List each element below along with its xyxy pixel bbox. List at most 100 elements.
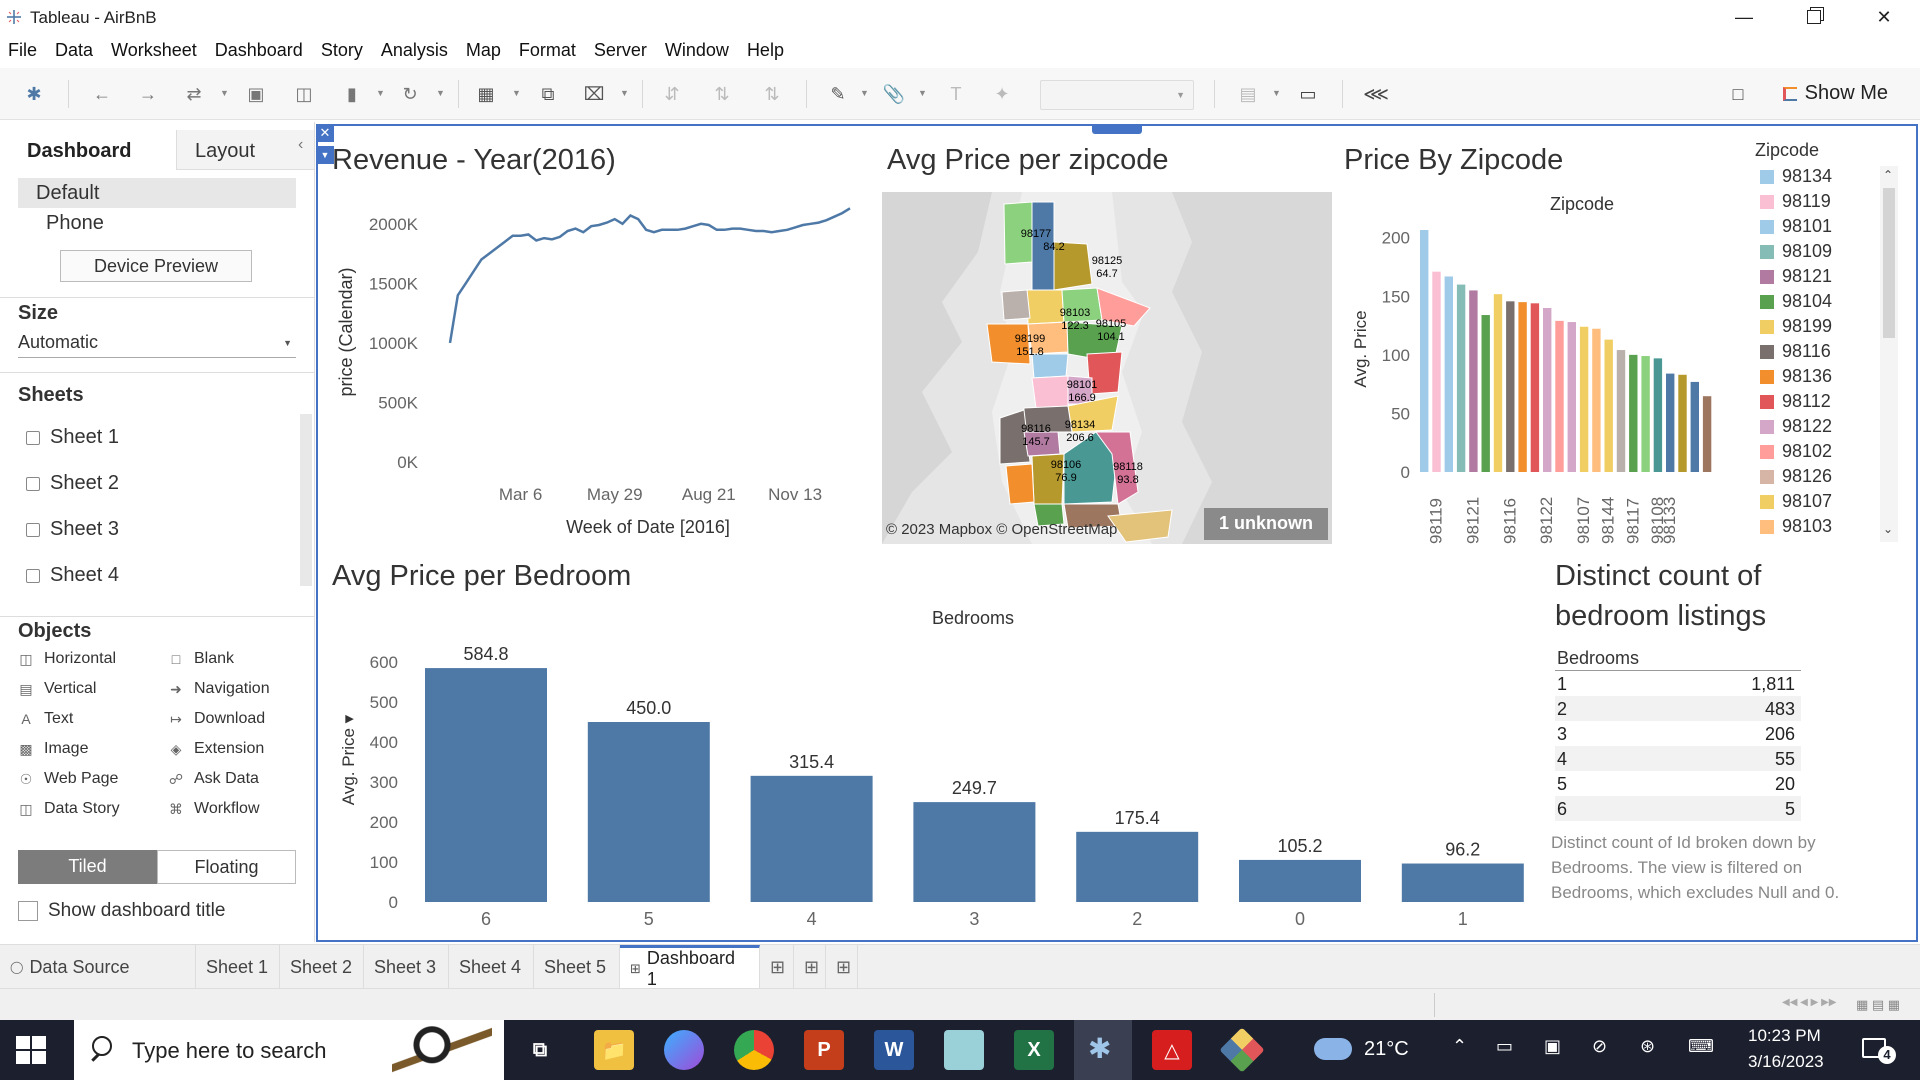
tab-sheet-1[interactable]: Sheet 1 <box>196 945 280 989</box>
sheet-item-4[interactable]: Sheet 4 <box>26 564 119 587</box>
new-data-source-icon[interactable]: ◫ <box>292 82 316 106</box>
object-horizontal[interactable]: ◫ Horizontal <box>18 650 116 668</box>
chevron-down-icon[interactable]: ▼ <box>436 88 445 98</box>
sheets-scrollbar[interactable] <box>300 414 312 586</box>
object-workflow[interactable]: ⌘ Workflow <box>168 800 260 818</box>
menu-worksheet[interactable]: Worksheet <box>102 36 206 64</box>
tab-sheet-4[interactable]: Sheet 4 <box>449 945 534 989</box>
clock-date[interactable]: 3/16/2023 <box>1748 1052 1824 1072</box>
duplicate-icon[interactable]: ⧉ <box>536 82 560 106</box>
pin-icon[interactable]: ✦ <box>990 82 1014 106</box>
new-story-tab[interactable]: ⊞ <box>826 945 858 989</box>
chevron-down-icon[interactable]: ▼ <box>512 88 521 98</box>
table-row[interactable]: 1 1,811 <box>1555 671 1801 696</box>
sort-ascending-icon[interactable]: ⇅ <box>710 82 734 106</box>
replay-icon[interactable]: ⇄ <box>182 82 206 106</box>
menu-map[interactable]: Map <box>457 36 510 64</box>
object-download[interactable]: ↦ Download <box>168 710 265 728</box>
restore-button[interactable] <box>1784 0 1844 34</box>
zipcode-bar-chart[interactable]: 0 50 100 150 200 Avg. Price 98119 98121 98116 981… <box>1344 214 1754 550</box>
legend-item[interactable]: 98104 <box>1760 291 1832 312</box>
legend-item[interactable]: 98116 <box>1760 341 1831 362</box>
menu-format[interactable]: Format <box>510 36 585 64</box>
sort-descending-icon[interactable]: ⇅ <box>760 82 784 106</box>
taskbar-search[interactable]: Type here to search <box>74 1020 504 1080</box>
unknown-indicator[interactable]: 1 unknown <box>1204 508 1328 540</box>
refresh-icon[interactable]: ↻ <box>398 82 422 106</box>
table-row[interactable]: 5 20 <box>1555 771 1801 796</box>
legend-item[interactable]: 98112 <box>1760 391 1831 412</box>
redo-icon[interactable]: → <box>136 82 160 106</box>
device-icon[interactable]: ▣ <box>1544 1036 1561 1057</box>
grid-view-icon[interactable]: ▦ ▤ ▦ <box>1856 997 1900 1013</box>
copilot-icon[interactable] <box>664 1030 704 1070</box>
object-image[interactable]: ▩ Image <box>18 740 88 758</box>
close-button[interactable]: ✕ <box>1854 0 1914 34</box>
show-me-button[interactable]: Show Me <box>1782 82 1888 105</box>
menu-file[interactable]: File <box>0 36 46 64</box>
collapse-pane-icon[interactable]: ‹ <box>298 136 303 154</box>
menu-window[interactable]: Window <box>656 36 738 64</box>
zipcode-map[interactable]: 98177 84.2 98125 64.7 98103 122.3 98105 … <box>882 192 1332 544</box>
device-phone[interactable]: Phone <box>46 212 104 235</box>
chevron-up-icon[interactable]: ⌃ <box>1452 1036 1467 1057</box>
scroll-thumb[interactable] <box>1883 188 1895 338</box>
acrobat-icon[interactable]: △ <box>1152 1030 1192 1070</box>
tab-layout[interactable]: Layout <box>176 130 314 170</box>
fit-select[interactable]: ▼ <box>1040 80 1194 110</box>
new-dashboard-tab[interactable]: ⊞ <box>794 945 826 989</box>
object-text[interactable]: A Text <box>18 710 73 728</box>
clear-sheet-icon[interactable]: ⌧ <box>582 82 606 106</box>
legend-scrollbar[interactable]: ⌃ ⌄ <box>1880 166 1898 542</box>
tab-sheet-5[interactable]: Sheet 5 <box>534 945 620 989</box>
table-row[interactable]: 65 <box>1555 796 1801 821</box>
task-view-icon[interactable]: ⧉ <box>520 1030 560 1070</box>
object-navigation[interactable]: ➜ Navigation <box>168 680 269 698</box>
nav-first-icon[interactable]: ◀◀ ◀ ▶ ▶▶ <box>1782 997 1836 1008</box>
menu-analysis[interactable]: Analysis <box>372 36 457 64</box>
sheet-item-1[interactable]: Sheet 1 <box>26 426 119 449</box>
show-title-checkbox[interactable]: Show dashboard title <box>18 900 225 922</box>
legend-item[interactable]: 98121 <box>1760 266 1832 287</box>
file-explorer-icon[interactable]: 📁 <box>594 1030 634 1070</box>
menu-dashboard[interactable]: Dashboard <box>206 36 312 64</box>
legend-item[interactable]: 98122 <box>1760 416 1832 437</box>
table-row[interactable]: 3 206 <box>1555 721 1801 746</box>
tableau-home-icon[interactable]: ✱ <box>22 82 46 106</box>
bedroom-bar-chart[interactable]: 0100200300400500600Avg. Price ▾584.86450… <box>330 630 1530 940</box>
clock-time[interactable]: 10:23 PM <box>1748 1026 1821 1046</box>
battery-icon[interactable]: ▭ <box>1496 1036 1513 1057</box>
swap-icon[interactable]: ⇵ <box>660 82 684 106</box>
menu-help[interactable]: Help <box>738 36 793 64</box>
sheet-item-3[interactable]: Sheet 3 <box>26 518 119 541</box>
weather-temperature[interactable]: 21°C <box>1364 1038 1409 1061</box>
chevron-down-icon[interactable]: ▼ <box>376 88 385 98</box>
menu-server[interactable]: Server <box>585 36 656 64</box>
highlight-icon[interactable]: ✎ <box>826 82 850 106</box>
scroll-down-icon[interactable]: ⌄ <box>1883 522 1893 536</box>
object-vertical[interactable]: ▤ Vertical <box>18 680 96 698</box>
chevron-down-icon[interactable]: ▼ <box>1272 88 1281 98</box>
minimize-button[interactable]: — <box>1714 0 1774 34</box>
app-icon[interactable] <box>1219 1027 1265 1073</box>
labels-icon[interactable]: T <box>944 82 968 106</box>
legend-item[interactable]: 98109 <box>1760 241 1832 262</box>
sheet-item-2[interactable]: Sheet 2 <box>26 472 119 495</box>
tab-sheet-3[interactable]: Sheet 3 <box>364 945 449 989</box>
wifi-icon[interactable]: ⊛ <box>1640 1036 1655 1057</box>
chevron-down-icon[interactable]: ▼ <box>220 88 229 98</box>
pause-updates-icon[interactable]: ▮ <box>340 82 364 106</box>
tableau-taskbar-active[interactable]: ✱ <box>1074 1020 1132 1080</box>
start-button[interactable] <box>16 1036 46 1064</box>
new-worksheet-icon[interactable]: ▦ <box>474 82 498 106</box>
chevron-down-icon[interactable]: ▼ <box>620 88 629 98</box>
size-select[interactable]: Automatic ▼ <box>18 330 296 358</box>
legend-item[interactable]: 98134 <box>1760 166 1832 187</box>
keyboard-icon[interactable]: ⌨ <box>1688 1036 1714 1057</box>
notification-button[interactable]: 4 <box>1860 1034 1896 1066</box>
network-icon[interactable]: ⊘ <box>1592 1036 1607 1057</box>
revenue-line-chart[interactable]: 2000K 1500K 1000K 500K 0K Mar 6 May 29 Aug 21 No… <box>330 190 870 550</box>
legend-item[interactable]: 98101 <box>1760 216 1832 237</box>
object-blank[interactable]: □ Blank <box>168 650 234 668</box>
book-icon[interactable]: □ <box>1726 82 1750 106</box>
